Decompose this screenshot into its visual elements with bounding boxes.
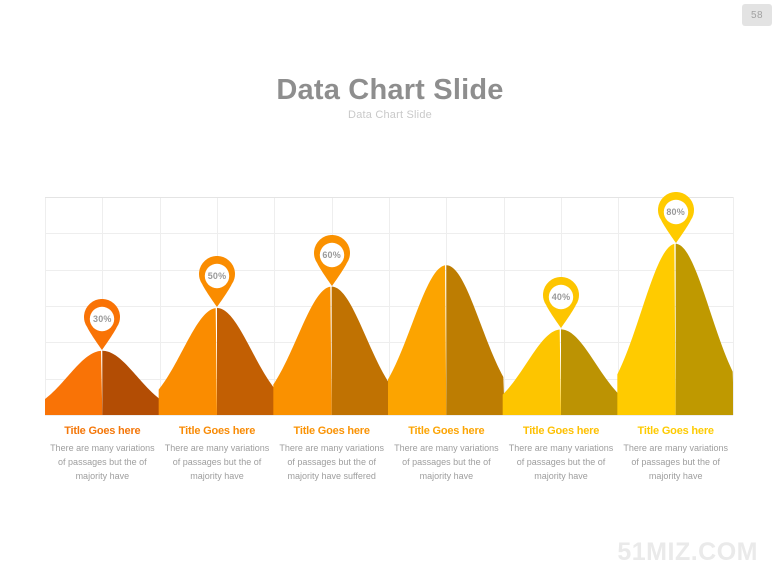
page-title: Data Chart Slide — [276, 74, 504, 106]
caption-title: Title Goes here — [522, 425, 600, 437]
slide-canvas: 58 Data Chart Slide Data Chart Slide 30%… — [0, 0, 780, 585]
caption-column: Title Goes here There are many variations… — [160, 425, 275, 484]
page-subtitle: Data Chart Slide — [348, 109, 432, 121]
bell-curve-left-half — [502, 329, 561, 415]
bell-curve-right-half — [331, 286, 390, 415]
grid-vline — [733, 197, 734, 415]
bell-curve-right-half — [675, 243, 733, 415]
pin-marker-label: 30% — [93, 313, 112, 324]
pin-marker[interactable]: 30% — [82, 298, 122, 351]
bell-curve-left-half — [273, 286, 332, 415]
page-number-badge: 58 — [742, 4, 772, 26]
bell-curve-left-half — [388, 265, 447, 415]
caption-column: Title Goes here There are many variations… — [504, 425, 619, 484]
caption-column: Title Goes here There are many variations… — [389, 425, 504, 484]
caption-column: Title Goes here There are many variations… — [274, 425, 389, 484]
bell-curve-right-half — [217, 308, 276, 415]
bell-curve-right-half — [561, 329, 620, 415]
bell-curves-svg — [45, 243, 733, 415]
caption-body: There are many variations of passages bu… — [508, 443, 614, 481]
pin-marker[interactable]: 40% — [541, 277, 581, 329]
caption-column: Title Goes here There are many variations… — [618, 425, 733, 484]
caption-title: Title Goes here — [293, 425, 370, 437]
grid-hline — [45, 415, 733, 416]
caption-title: Title Goes here — [637, 425, 714, 437]
pin-marker-label: 80% — [666, 206, 685, 217]
bell-curve-left-half — [45, 350, 103, 415]
pin-marker-label: 40% — [551, 292, 571, 303]
chart-plot-area: 30% 50% 60% 40% 80% — [45, 191, 734, 416]
caption-title: Title Goes here — [408, 425, 485, 437]
caption-body: There are many variations of passages bu… — [164, 443, 270, 481]
watermark: 51MIZ.COM — [617, 538, 758, 566]
caption-body: There are many variations of passages bu… — [623, 443, 728, 481]
caption-title: Title Goes here — [178, 425, 256, 437]
pin-marker[interactable]: 50% — [197, 256, 237, 308]
pin-marker-label: 60% — [322, 249, 341, 260]
caption-body: There are many variations of passages bu… — [279, 443, 384, 481]
pin-marker[interactable]: 80% — [656, 191, 696, 244]
pin-marker[interactable]: 60% — [312, 234, 352, 287]
caption-body: There are many variations of passages bu… — [394, 443, 499, 481]
bell-curve-left-half — [617, 243, 676, 415]
chart-curves — [45, 197, 733, 415]
pin-marker-label: 50% — [207, 271, 227, 281]
caption-title: Title Goes here — [64, 425, 141, 437]
caption-body: There are many variations of passages bu… — [50, 443, 155, 481]
caption-columns: Title Goes here There are many variations… — [45, 425, 733, 484]
bell-curve-left-half — [158, 308, 217, 415]
bell-curve-right-half — [102, 350, 161, 415]
bell-curve-right-half — [446, 265, 505, 415]
caption-column: Title Goes here There are many variations… — [45, 425, 160, 484]
